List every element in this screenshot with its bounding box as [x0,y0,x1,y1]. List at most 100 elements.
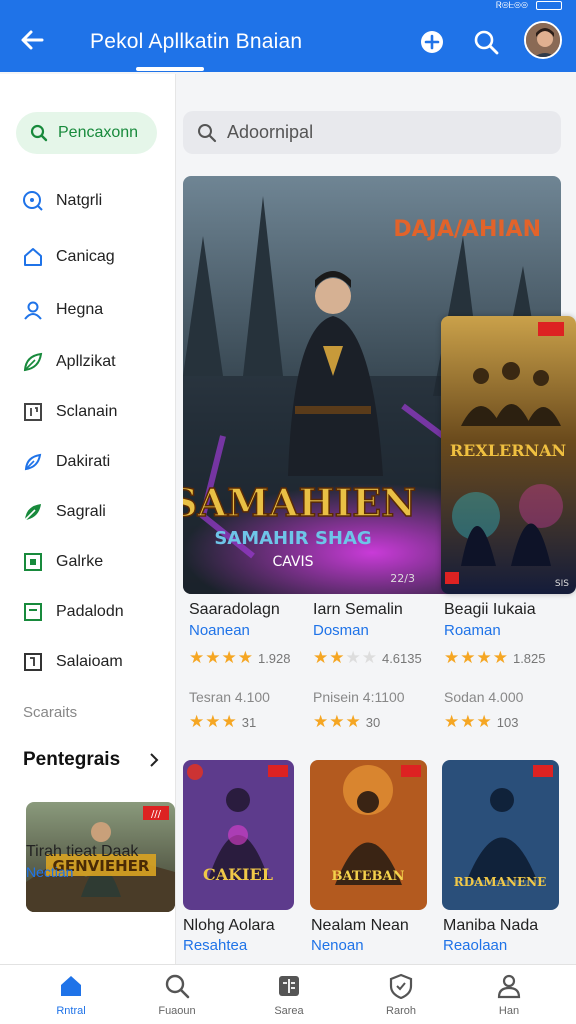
sidebar-item-9[interactable]: Padalodn [22,597,124,627]
status-text: Ꮢ⊚ᖶ⊚⊚ [495,0,528,10]
sidebar-item-5[interactable]: Sclanain [22,397,117,427]
game-publisher: Resahtea [183,937,248,954]
leaf2-icon [24,504,41,521]
bottom-nav-home[interactable]: Rntral [31,973,111,1017]
stars-icon: ★★★★ [189,648,254,667]
sidebar-search-button[interactable]: Pencaxonn [16,112,157,154]
frame-icon [24,653,42,671]
game-title[interactable]: Maniba Nada [443,917,538,935]
sidebar-item-label: Dakirati [56,453,111,470]
thumb-art: BATEBAN [332,869,405,884]
compass-icon [23,191,43,211]
game-publisher: Noanean [189,622,250,639]
sidebar-item-3[interactable]: Hegna [22,295,103,325]
bottom-nav-profile[interactable]: Han [469,973,549,1017]
stars-icon: ★★★★ [313,648,378,667]
stars-icon: ★★★★ [444,648,509,667]
sidebar-item-10[interactable]: Salaioam [22,647,123,677]
bottom-nav-label: Han [498,1005,520,1017]
square-icon [24,603,42,621]
search-placeholder: Adoornipal [227,122,314,142]
game-mini-rating: ★★★ 103 [444,712,518,732]
game-title[interactable]: Beagii Iukaia [444,601,536,619]
status-bar: Ꮢ⊚ᖶ⊚⊚ [496,0,562,10]
sidebar-item-2[interactable]: Canicag [22,242,115,272]
search-icon [198,123,217,142]
rating-value: 1.928 [257,650,291,666]
bottom-nav-label: Fuaoun [158,1005,196,1017]
rating-value: 1.825 [512,650,546,666]
sidebar-item-label: Apllzikat [56,353,116,370]
chevron-right-icon[interactable] [146,752,162,768]
game-title[interactable]: Nlohg Aolara [183,917,275,935]
thumb-art: CAKIEL [203,865,273,884]
top-app-bar: Ꮢ⊚ᖶ⊚⊚ Pekol Apllkatin Bnaian [0,0,576,72]
feather-icon [24,453,42,471]
sidebar-item-7[interactable]: Sagrali [22,497,106,527]
game-card-art-2[interactable]: REXLERNAN SIS [441,316,576,594]
sidebar: Pencaxonn Natgrli Canicag Hegna Apllzika… [0,74,176,964]
apps-icon [279,976,299,996]
bottom-nav-shield[interactable]: Raroh [361,973,441,1017]
section-title[interactable]: Pentegrais [23,749,120,771]
sidebar-item-8[interactable]: Galrke [22,547,103,577]
game-mini-rating: ★★★ 31 [189,712,256,732]
home-icon [24,248,42,266]
sidebar-item-label: Galrke [56,553,104,570]
game-price: Pnisein 4:1100 [313,689,405,705]
game-rating: ★★★★ 1.928 [189,648,291,668]
avatar[interactable] [524,21,562,59]
sidebar-item-label: Salaioam [56,653,123,670]
sidebar-item-label: Sagrali [56,503,106,520]
game-thumbnail[interactable]: BATEBAN [310,760,427,910]
game-price: Tesran 4.100 [189,689,270,705]
search-icon [30,124,48,142]
game-thumbnail[interactable]: RDAMANENE [442,760,559,910]
game-publisher: Nenoan [311,937,364,954]
search-icon[interactable] [472,28,500,56]
leaf-icon [23,352,43,372]
bottom-nav-apps[interactable]: Sarea [249,973,329,1017]
section-label: Scaraits [23,704,78,721]
card2-title-art: REXLERNAN [450,441,566,460]
page-title: Pekol Apllkatin Bnaian [90,30,303,53]
box-icon [24,553,42,571]
add-button[interactable] [418,28,446,56]
hero-title-art: SAMAHIEN [183,480,416,525]
game-title[interactable]: Nealam Nean [311,917,409,935]
rating-count: 30 [365,714,381,730]
shield-icon [389,973,413,999]
person-icon [497,974,521,999]
game-mini-rating: ★★★ 30 [313,712,380,732]
battery-icon [536,0,562,10]
tab-indicator [136,67,204,71]
stars-icon: ★★★ [444,712,493,731]
sidebar-search-label: Pencaxonn [58,124,139,141]
game-title[interactable]: Iarn Semalin [313,601,403,619]
bottom-navigation: Rntral Fuaoun Sarea Raroh Han [0,964,576,1024]
sidebar-item-label: Canicag [56,248,115,265]
sidebar-item-6[interactable]: Dakirati [22,447,110,477]
game-title[interactable]: Saaradolagn [189,601,280,619]
sidebar-item-4[interactable]: Apllzikat [22,347,116,377]
game-publisher: Reaolaan [443,937,508,954]
rating-count: 31 [241,714,257,730]
sidebar-item-label: Padalodn [56,603,124,620]
card2-corner: SIS [555,579,569,589]
badge-text: /// [151,809,162,820]
back-arrow-icon[interactable] [18,26,46,54]
main-search-input[interactable]: Adoornipal [183,111,561,154]
rating-count: 103 [496,714,519,730]
bottom-nav-label: Raroh [386,1005,416,1017]
game-publisher: Dosman [313,622,369,639]
game-rating: ★★★★ 1.825 [444,648,546,668]
game-publisher: Roaman [444,622,501,639]
sidebar-item-1[interactable]: Natgrli [22,186,102,216]
rating-value: 4.6135 [381,650,422,666]
game-thumbnail[interactable]: CAKIEL [183,760,294,910]
hero-logo: DAJA/AHIAN [393,217,541,242]
bottom-nav-search[interactable]: Fuaoun [137,973,217,1017]
search-icon [165,974,190,999]
hero-tag-art: CAVIS [272,554,313,570]
stars-icon: ★★★ [189,712,238,731]
